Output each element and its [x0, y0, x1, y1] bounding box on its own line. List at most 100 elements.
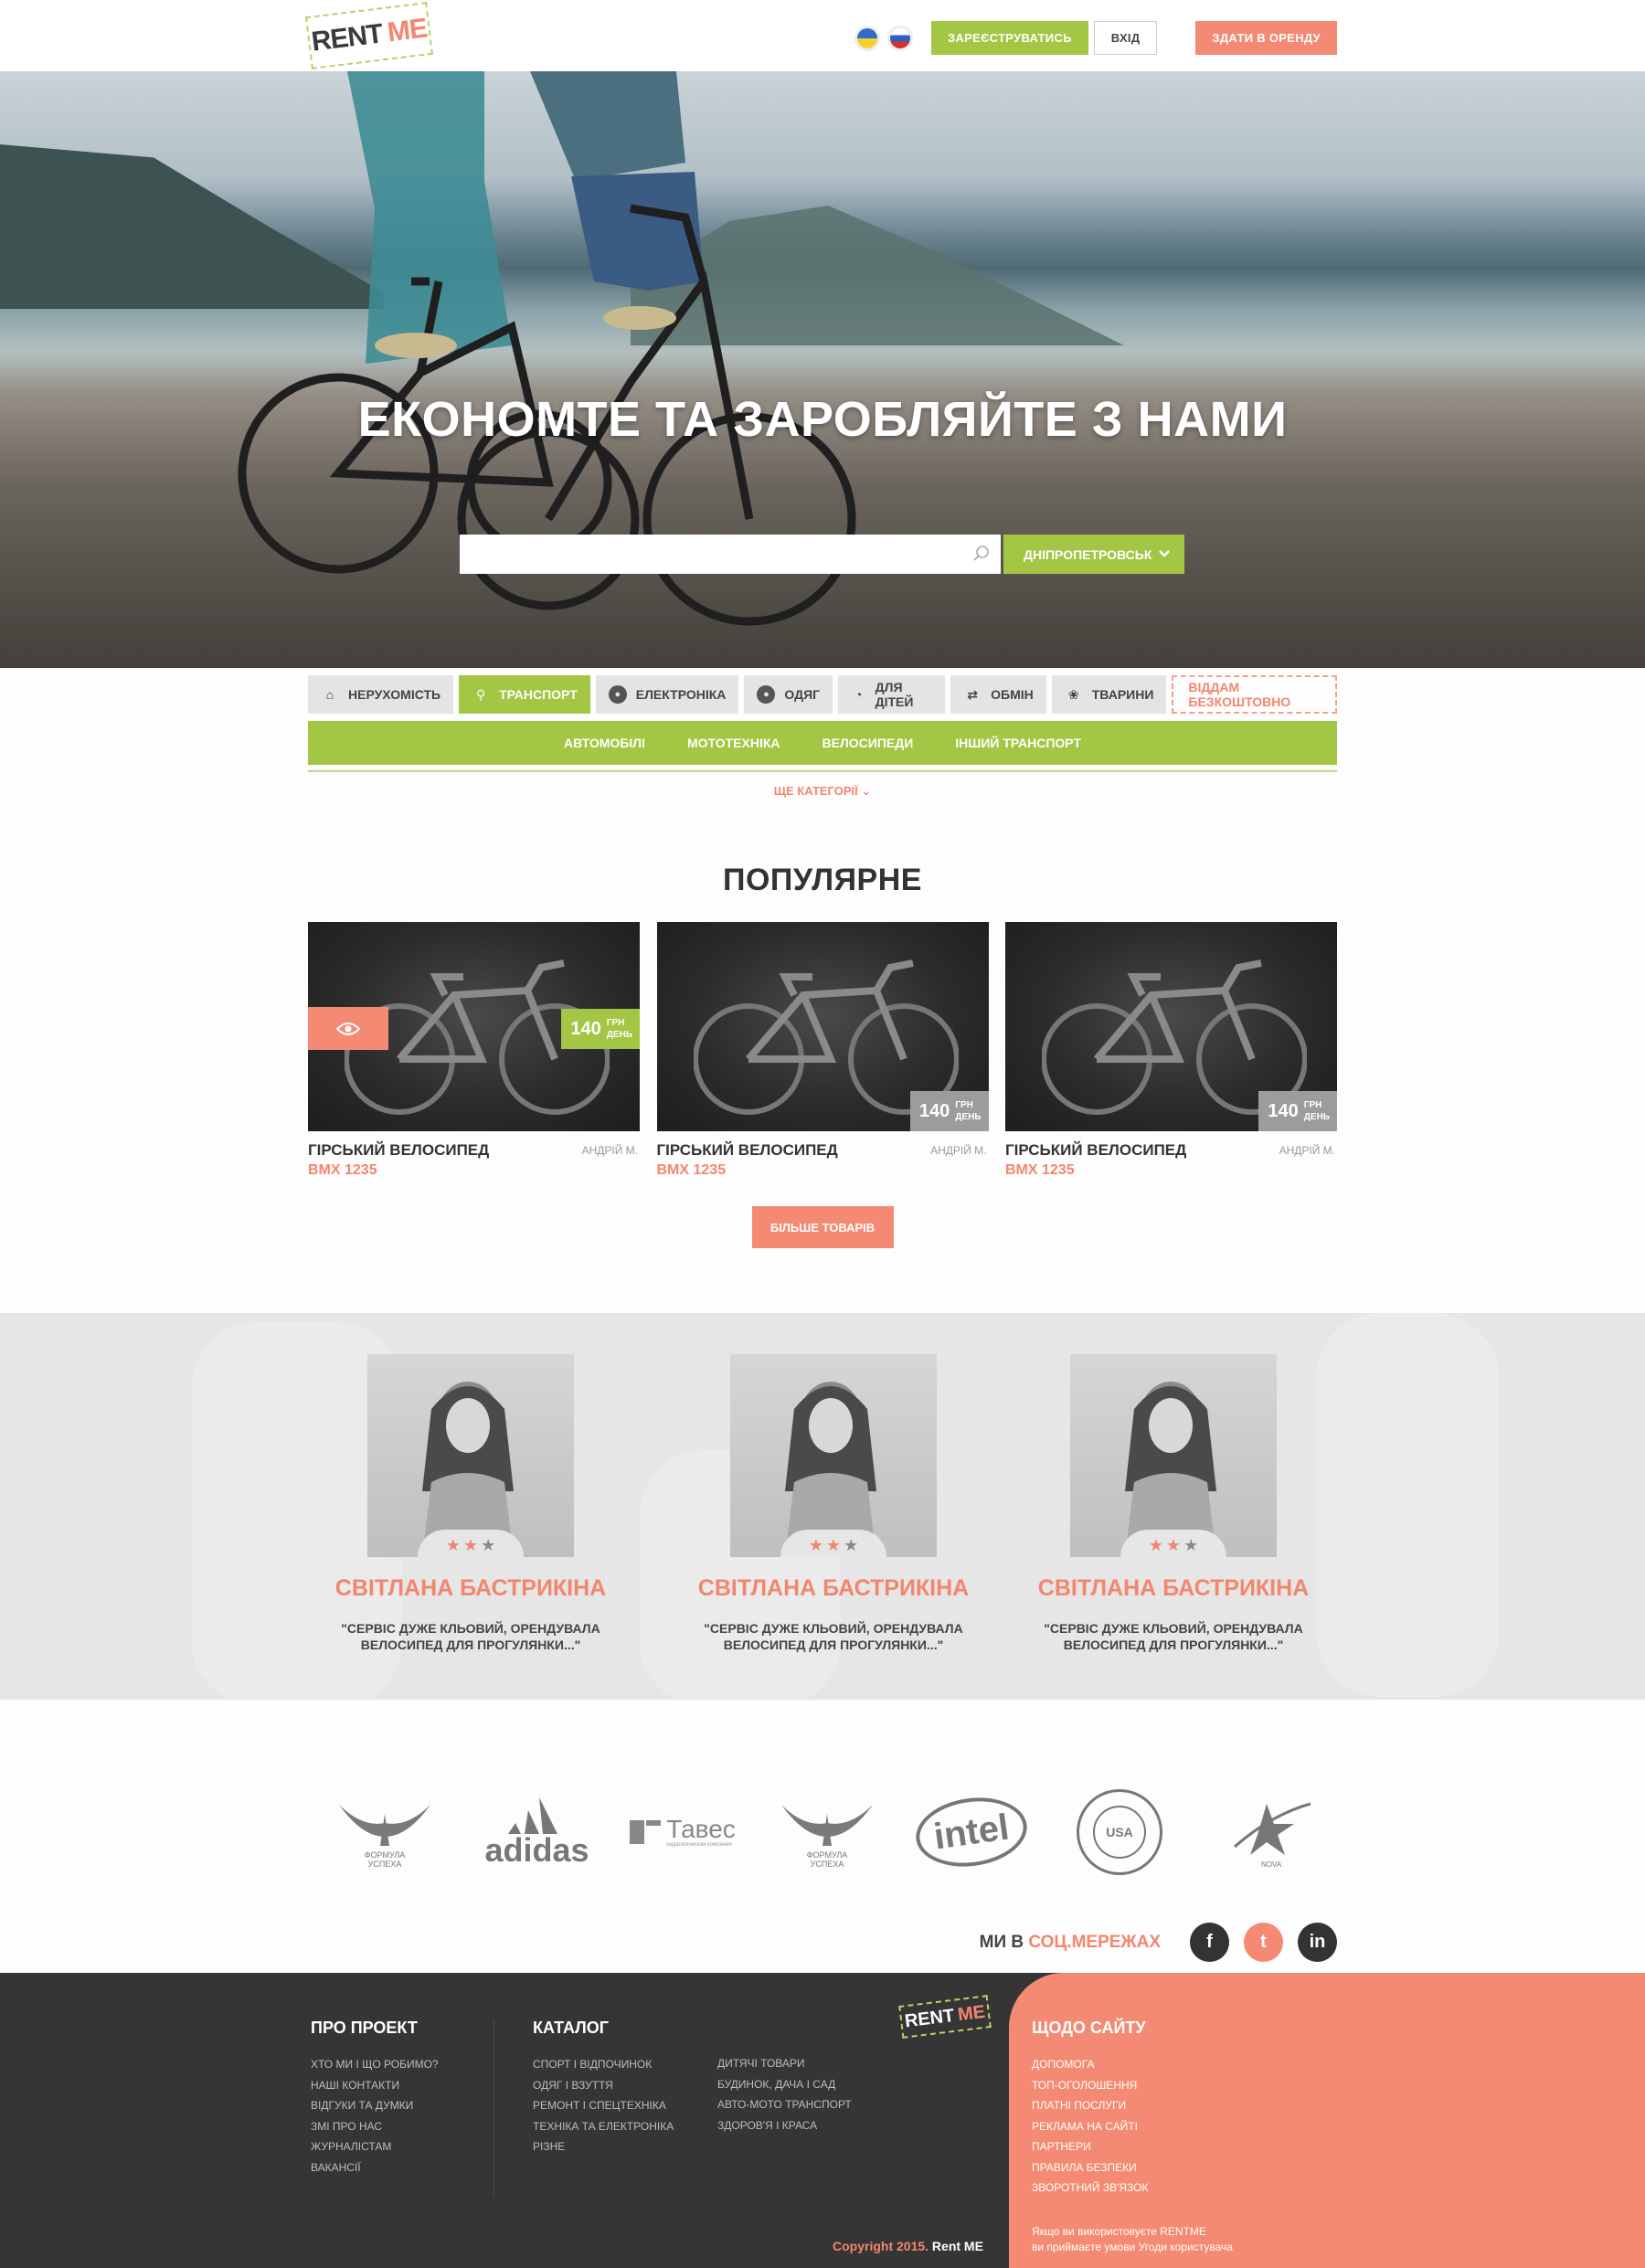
- footer-link[interactable]: ХТО МИ І ЩО РОБИМО?: [311, 2054, 439, 2075]
- header-actions: ЗАРЕЄСТРУВАТИСЬ ВХІД ЗДАТИ В ОРЕНДУ: [854, 21, 1337, 55]
- russian-flag-icon[interactable]: [887, 25, 914, 51]
- formula-line1: ФОРМУЛА: [364, 1850, 406, 1860]
- price-value: 140: [570, 1018, 601, 1039]
- footer-link[interactable]: ЖУРНАЛІСТАМ: [311, 2136, 439, 2157]
- footer-logo-rent: RENT: [903, 2005, 956, 2031]
- ukrainian-flag-icon[interactable]: [854, 25, 881, 51]
- partner-intel-logo[interactable]: intel: [911, 1782, 1032, 1882]
- partner-ssa-logo[interactable]: USA: [1062, 1782, 1177, 1882]
- social-prefix: МИ В: [979, 1932, 1029, 1952]
- footer-link[interactable]: БУДИНОК, ДАЧА І САД: [717, 2074, 852, 2095]
- footer-link[interactable]: ДОПОМОГА: [1032, 2054, 1149, 2075]
- price-value: 140: [1268, 1100, 1299, 1121]
- stroller-icon: ◔: [854, 687, 863, 702]
- footer-link[interactable]: НАШІ КОНТАКТИ: [311, 2075, 439, 2096]
- price-currency: ГРН: [955, 1100, 973, 1110]
- footer-link[interactable]: РІЗНЕ: [533, 2136, 674, 2157]
- logo-rent-text: RENT: [310, 18, 385, 58]
- facebook-icon[interactable]: f: [1190, 1923, 1229, 1962]
- review-text: "СЕРВІС ДУЖЕ КЛЬОВИЙ, ОРЕНДУВАЛА ВЕЛОСИПЕ…: [1036, 1620, 1311, 1653]
- partner-formula-logo[interactable]: ФОРМУЛА УСПЕХА: [769, 1782, 885, 1882]
- tab-kids[interactable]: ◔ ДЛЯ ДІТЕЙ: [838, 675, 946, 714]
- tab-give-away-free[interactable]: ВІДДАМ БЕЗКОШТОВНО: [1172, 675, 1337, 714]
- footer-link[interactable]: РЕМОНТ І СПЕЦТЕХНІКА: [533, 2095, 674, 2116]
- footer-link[interactable]: РЕКЛАМА НА САЙТІ: [1032, 2116, 1149, 2137]
- subcategory-cars[interactable]: АВТОМОБІЛІ: [564, 736, 645, 750]
- footer-link[interactable]: ЗДОРОВ'Я І КРАСА: [717, 2115, 852, 2136]
- category-navigation: ⌂ НЕРУХОМІСТЬ ⚲ ТРАНСПОРТ ● ЕЛЕКТРОНІКА …: [308, 675, 1337, 1248]
- quick-view-button[interactable]: [308, 1007, 388, 1050]
- footer-link[interactable]: ТЕХНІКА ТА ЕЛЕКТРОНІКА: [533, 2116, 674, 2137]
- footer-logo[interactable]: RENT ME: [898, 1995, 992, 2039]
- product-card[interactable]: 140 ГРН ДЕНЬ ГІРСЬКИЙ ВЕЛОСИПЕД АНДРІЙ М.…: [308, 922, 640, 1179]
- price-period: ДЕНЬ: [955, 1112, 982, 1122]
- star-empty-icon: ★: [481, 1536, 496, 1554]
- footer-link[interactable]: ЗМІ ПРО НАС: [311, 2116, 439, 2137]
- footer-link[interactable]: ЗВОРОТНИЙ ЗВ'ЯЗОК: [1032, 2178, 1149, 2199]
- star-empty-icon: ★: [1183, 1536, 1199, 1554]
- footer-link[interactable]: СПОРТ І ВІДПОЧИНОК: [533, 2054, 674, 2075]
- footer-link[interactable]: ВАКАНСІЇ: [311, 2157, 439, 2178]
- footer-link[interactable]: ПАРТНЕРИ: [1032, 2136, 1149, 2157]
- user-agreement-note: Якщо ви використовуєте RENTME ви приймаєт…: [1032, 2224, 1233, 2255]
- site-header: RENT ME ЗАРЕЄСТРУВАТИСЬ ВХІД ЗДАТИ В ОРЕ…: [0, 0, 1645, 71]
- footer-link[interactable]: ПЛАТНІ ПОСЛУГИ: [1032, 2095, 1149, 2116]
- star-filled-icon: ★: [1165, 1536, 1182, 1554]
- more-categories-link[interactable]: ЩЕ КАТЕГОРІЇ ⌄: [308, 784, 1337, 799]
- tab-exchange[interactable]: ⇄ ОБМІН: [950, 675, 1046, 714]
- search-icon[interactable]: [971, 544, 992, 564]
- site-logo[interactable]: RENT ME: [304, 2, 434, 69]
- tab-animals[interactable]: ❀ ТВАРИНИ: [1051, 675, 1167, 714]
- footer-link[interactable]: АВТО-МОТО ТРАНСПОРТ: [717, 2094, 852, 2115]
- city-select-value: ДНІПРОПЕТРОВСЬК: [1024, 546, 1152, 562]
- subcategory-other-transport[interactable]: ІНШИЙ ТРАНСПОРТ: [955, 736, 1081, 750]
- star-filled-icon: ★: [445, 1536, 461, 1554]
- price-tag: 140 ГРН ДЕНЬ: [909, 1091, 989, 1131]
- product-owner: АНДРІЙ М.: [930, 1144, 987, 1157]
- couple-bikes-illustration: [238, 71, 856, 626]
- star-empty-icon: ★: [844, 1536, 859, 1554]
- social-links: МИ В СОЦ.МЕРЕЖАХ f t in: [980, 1923, 1337, 1962]
- product-image[interactable]: 140 ГРН ДЕНЬ: [308, 922, 640, 1131]
- taves-mark-icon: [630, 1820, 662, 1844]
- partner-adidas-logo[interactable]: adidas: [475, 1782, 599, 1882]
- reviewer-photo: ★ ★ ★: [367, 1354, 574, 1557]
- footer-link[interactable]: ОДЯГ І ВЗУТТЯ: [533, 2075, 674, 2096]
- footer-link[interactable]: ВІДГУКИ ТА ДУМКИ: [311, 2095, 439, 2116]
- product-image[interactable]: 140 ГРН ДЕНЬ: [1005, 922, 1337, 1131]
- tab-clothes[interactable]: ● ОДЯГ: [744, 675, 833, 714]
- subcategory-moto[interactable]: МОТОТЕХНІКА: [687, 736, 780, 750]
- tab-transport[interactable]: ⚲ ТРАНСПОРТ: [459, 675, 590, 714]
- partner-nova-logo[interactable]: NOVA: [1214, 1782, 1329, 1882]
- site-footer: ПРО ПРОЕКТ ХТО МИ І ЩО РОБИМО? НАШІ КОНТ…: [0, 1973, 1645, 2268]
- partner-taves-logo[interactable]: Тавес педагогическая компания: [624, 1782, 739, 1882]
- partner-formula-logo[interactable]: ФОРМУЛА УСПЕХА: [327, 1782, 442, 1882]
- footer-link[interactable]: ПРАВИЛА БЕЗПЕКИ: [1032, 2157, 1149, 2178]
- testimonial-card: ★ ★ ★ СВІТЛАНА БАСТРИКІНА "СЕРВІС ДУЖЕ К…: [696, 1354, 971, 1653]
- price-tag: 140 ГРН ДЕНЬ: [1258, 1091, 1337, 1131]
- footer-logo-me: ME: [956, 2001, 987, 2025]
- tab-electronics[interactable]: ● ЕЛЕКТРОНІКА: [595, 675, 739, 714]
- product-image[interactable]: 140 ГРН ДЕНЬ: [656, 922, 989, 1131]
- footer-link[interactable]: ТОП-ОГОЛОШЕННЯ: [1032, 2075, 1149, 2096]
- woman-portrait-image: [1125, 1382, 1216, 1557]
- register-button[interactable]: ЗАРЕЄСТРУВАТИСЬ: [931, 21, 1088, 55]
- hero-title: ЕКОНОМТЕ ТА ЗАРОБЛЯЙТЕ З НАМИ: [357, 392, 1288, 447]
- star-filled-icon: ★: [462, 1536, 479, 1554]
- product-card[interactable]: 140 ГРН ДЕНЬ ГІРСЬКИЙ ВЕЛОСИПЕД АНДРІЙ М.…: [1005, 922, 1337, 1179]
- woman-portrait-image: [422, 1382, 514, 1557]
- footer-catalog-column-2: ДИТЯЧІ ТОВАРИ БУДИНОК, ДАЧА І САД АВТО-М…: [717, 2053, 852, 2136]
- login-button[interactable]: ВХІД: [1093, 21, 1158, 55]
- linkedin-icon[interactable]: in: [1298, 1923, 1337, 1962]
- rent-out-button[interactable]: ЗДАТИ В ОРЕНДУ: [1195, 21, 1337, 55]
- footer-link[interactable]: ДИТЯЧІ ТОВАРИ: [717, 2053, 852, 2074]
- more-products-button[interactable]: БІЛЬШЕ ТОВАРІВ: [751, 1206, 894, 1248]
- city-select[interactable]: ДНІПРОПЕТРОВСЬК: [1003, 535, 1184, 574]
- subcategory-bicycles[interactable]: ВЕЛОСИПЕДИ: [822, 736, 914, 750]
- thumbs-up-background: [1316, 1313, 1499, 1697]
- product-card[interactable]: 140 ГРН ДЕНЬ ГІРСЬКИЙ ВЕЛОСИПЕД АНДРІЙ М.…: [656, 922, 989, 1179]
- search-input[interactable]: [460, 535, 1001, 574]
- tab-real-estate[interactable]: ⌂ НЕРУХОМІСТЬ: [308, 675, 454, 714]
- twitter-icon[interactable]: t: [1244, 1923, 1283, 1962]
- copyright-text: Copyright 2015. Rent ME: [833, 2239, 983, 2253]
